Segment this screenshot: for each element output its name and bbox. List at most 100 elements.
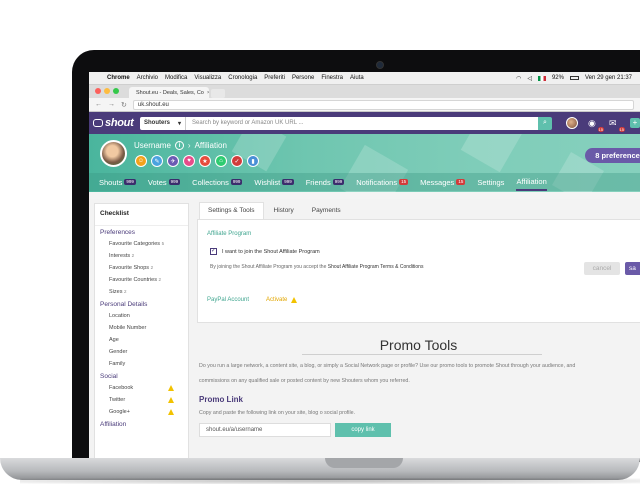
compass-icon[interactable]: ✈: [167, 155, 179, 167]
promo-link-field[interactable]: shout.eu/a/username: [199, 423, 331, 437]
tab-count: 999: [332, 179, 345, 185]
user-avatar[interactable]: [566, 117, 578, 129]
copy-link-button[interactable]: copy link: [335, 423, 391, 437]
tab-votes[interactable]: Votes 999: [148, 173, 181, 191]
sidebar-item-count: 2: [131, 253, 135, 258]
tab-settings[interactable]: Settings: [477, 173, 504, 191]
sidebar-item-age[interactable]: Age: [95, 334, 188, 346]
promo-tools-title: Promo Tools: [379, 337, 458, 353]
chart-icon[interactable]: ▮: [247, 155, 259, 167]
tab-label: Notifications: [356, 177, 398, 187]
profile-username[interactable]: Username: [134, 141, 171, 150]
notifications-icon[interactable]: ◉ 15: [588, 118, 604, 132]
add-icon[interactable]: +: [630, 118, 640, 128]
back-icon[interactable]: ←: [95, 101, 102, 108]
search-button[interactable]: ⌕: [538, 116, 552, 130]
tab-shouts[interactable]: Shouts 999: [99, 173, 136, 191]
menu-preferiti[interactable]: Preferiti: [264, 75, 285, 81]
new-tab-button[interactable]: [211, 89, 225, 98]
tab-notifications[interactable]: Notifications 15: [356, 173, 409, 191]
info-icon[interactable]: i: [174, 141, 184, 150]
sidebar-item-interests[interactable]: Interests 2: [95, 250, 188, 262]
menu-finestra[interactable]: Finestra: [321, 75, 343, 81]
battery-level[interactable]: 92%: [552, 75, 564, 81]
reload-icon[interactable]: ↻: [121, 101, 127, 109]
shout-logo[interactable]: shout: [93, 117, 136, 129]
url-field[interactable]: uk.shout.eu: [132, 99, 634, 110]
terms-link[interactable]: Shout Affiliate Program Terms & Conditio…: [328, 264, 424, 270]
menu-aiuta[interactable]: Aiuta: [350, 75, 364, 81]
tab-messages[interactable]: Messages 15: [420, 173, 466, 191]
join-affiliate-label[interactable]: I want to join the Shout Affiliate Progr…: [222, 249, 320, 255]
preferences-pill[interactable]: 8 preferences: [585, 148, 640, 163]
close-window-button[interactable]: [95, 88, 101, 94]
sidebar-item-location[interactable]: Location: [95, 310, 188, 322]
sidebar-item-family[interactable]: Family: [95, 358, 188, 370]
save-button[interactable]: sa: [625, 262, 640, 275]
search-scope-label: Shouters: [144, 120, 171, 126]
cancel-button[interactable]: cancel: [584, 262, 620, 275]
menu-archivio[interactable]: Archivio: [137, 75, 158, 81]
pencil-icon[interactable]: ✎: [151, 155, 163, 167]
sidebar-section-affiliation[interactable]: Affiliation: [95, 418, 188, 430]
warning-icon: [291, 297, 298, 303]
close-tab-icon[interactable]: ×: [207, 90, 209, 96]
search-scope-select[interactable]: Shouters ▾: [140, 116, 186, 130]
menu-visualizza[interactable]: Visualizza: [194, 75, 221, 81]
search-input[interactable]: Search by keyword or Amazon UK URL ...: [186, 116, 538, 130]
sidebar-item-gender[interactable]: Gender: [95, 346, 188, 358]
subtab-settings-tools[interactable]: Settings & Tools: [199, 202, 264, 219]
minimize-window-button[interactable]: [104, 88, 110, 94]
sidebar-item-favourite-countries[interactable]: Favourite Countries 2: [95, 274, 188, 286]
flag-icon[interactable]: [537, 75, 546, 81]
bag-icon[interactable]: ♥: [183, 155, 195, 167]
mac-menubar: Chrome Archivio Modifica Visualizza Cron…: [89, 72, 640, 85]
subtab-payments[interactable]: Payments: [304, 203, 349, 219]
url-text: uk.shout.eu: [137, 101, 169, 108]
tab-friends[interactable]: Friends 999: [306, 173, 345, 191]
laptop-notch: [325, 458, 403, 468]
wifi-icon[interactable]: ◠: [516, 75, 521, 82]
volume-icon[interactable]: ◁: [527, 75, 532, 82]
sidebar-item-count: 5: [161, 241, 165, 246]
tab-affiliation[interactable]: Affiliation: [516, 173, 547, 191]
tab-count: 999: [282, 179, 294, 185]
tab-collections[interactable]: Collections 999: [192, 173, 243, 191]
sidebar-section-personal-details[interactable]: Personal Details: [95, 298, 188, 310]
sidebar-item-facebook[interactable]: Facebook: [95, 382, 188, 394]
browser-tab[interactable]: Shout.eu - Deals, Sales, Co ×: [129, 87, 209, 98]
tab-wishlist[interactable]: Wishlist 999: [254, 173, 294, 191]
messages-icon[interactable]: ✉ 15: [609, 118, 625, 132]
maximize-window-button[interactable]: [113, 88, 119, 94]
clock[interactable]: Ven 29 gen 21:37: [585, 75, 632, 81]
sidebar-item-sizes[interactable]: Sizes 2: [95, 286, 188, 298]
window-controls: [95, 88, 119, 94]
tab-title: Shout.eu - Deals, Sales, Co: [136, 89, 204, 96]
subtab-history[interactable]: History: [266, 203, 302, 219]
menu-chrome[interactable]: Chrome: [107, 75, 130, 81]
sidebar-section-preferences[interactable]: Preferences: [95, 226, 188, 238]
terms-prefix: By joining the Shout Affiliate Program y…: [210, 264, 327, 270]
terms-text: By joining the Shout Affiliate Program y…: [210, 264, 423, 270]
sidebar-section-social[interactable]: Social: [95, 370, 188, 382]
sidebar-item-google-plus[interactable]: Google+: [95, 406, 188, 418]
menu-modifica[interactable]: Modifica: [165, 75, 187, 81]
forward-icon[interactable]: →: [108, 101, 115, 108]
sidebar-item-label: Family: [109, 361, 126, 367]
sidebar-item-favourite-shops[interactable]: Favourite Shops 2: [95, 262, 188, 274]
menu-cronologia[interactable]: Cronologia: [228, 75, 257, 81]
star-icon[interactable]: ★: [199, 155, 211, 167]
smile-icon[interactable]: ☺: [135, 155, 147, 167]
sidebar-item-mobile-number[interactable]: Mobile Number: [95, 322, 188, 334]
activate-link[interactable]: Activate: [266, 297, 298, 303]
sidebar-item-favourite-categories[interactable]: Favourite Categories 5: [95, 238, 188, 250]
menu-persone[interactable]: Persone: [292, 75, 314, 81]
sidebar-item-label: Favourite Countries: [109, 277, 157, 283]
sidebar-item-twitter[interactable]: Twitter: [95, 394, 188, 406]
profile-avatar[interactable]: [100, 140, 127, 167]
logo-bubble-icon: [93, 119, 103, 127]
join-affiliate-checkbox[interactable]: ✓: [210, 248, 217, 255]
achievement-badges: ☺ ✎ ✈ ♥ ★ ⌂ ✓ ▮: [135, 155, 259, 167]
bulb-icon[interactable]: ✓: [231, 155, 243, 167]
hanger-icon[interactable]: ⌂: [215, 155, 227, 167]
